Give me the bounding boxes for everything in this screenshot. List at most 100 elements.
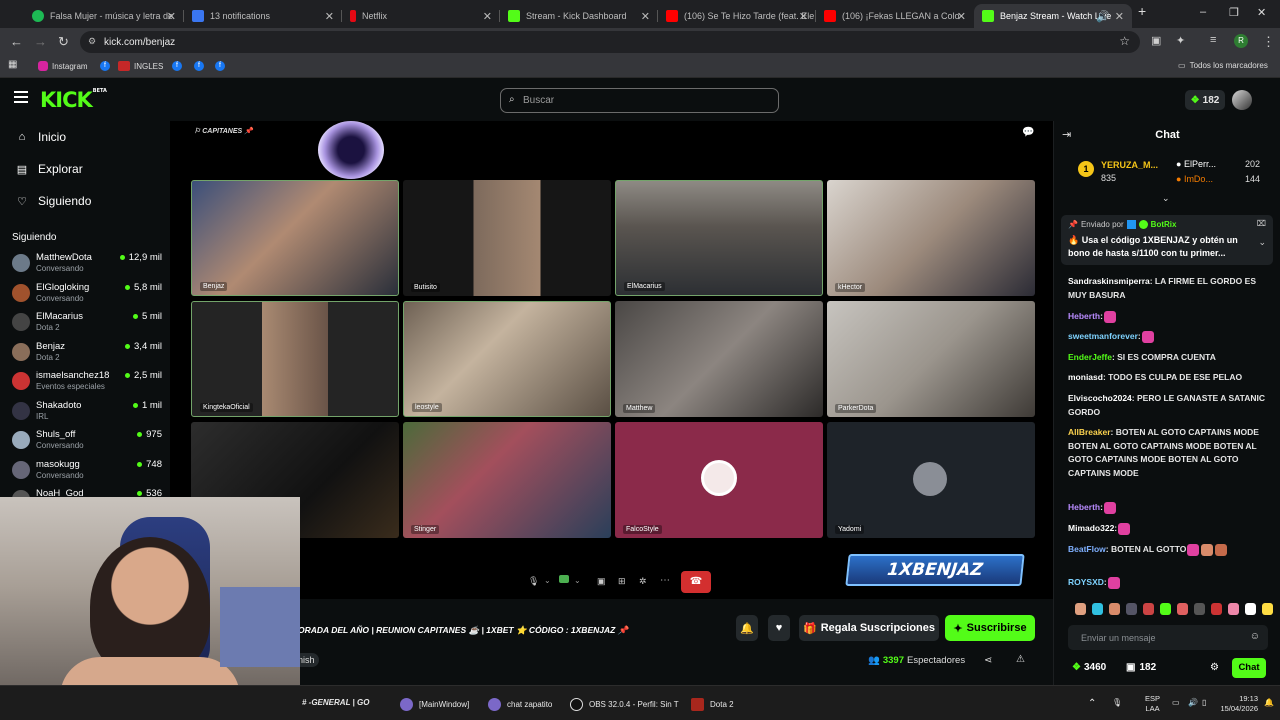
chat-username[interactable]: Heberth xyxy=(1068,502,1100,512)
facebook-bookmark[interactable]: f xyxy=(172,61,186,71)
following-item[interactable]: ismaelsanchez18 Eventos especiales 2,5 mil xyxy=(12,369,162,397)
camera-icon[interactable] xyxy=(559,575,569,583)
emote-icon[interactable] xyxy=(1211,603,1222,615)
chevron-down-icon[interactable]: ⌄ xyxy=(1162,193,1170,204)
chat-settings-icon[interactable]: ⚙ xyxy=(1210,662,1219,673)
pinned-message[interactable]: 📌 Enviado por BotRix ⌧ ⌄ 🔥 Usa el código … xyxy=(1061,215,1273,265)
participant-tile[interactable]: Butisito xyxy=(403,180,611,296)
follow-button[interactable]: ♥ xyxy=(768,615,790,641)
back-icon[interactable]: ← xyxy=(10,34,23,49)
following-item[interactable]: MatthewDota Conversando 12,9 mil xyxy=(12,251,162,279)
emote-icon[interactable] xyxy=(1194,603,1205,615)
chat-username[interactable]: sweetmanforever xyxy=(1068,331,1138,341)
taskbar-item-mainwindow[interactable]: [MainWindow] xyxy=(400,698,469,711)
participant-tile[interactable]: Stinger xyxy=(403,422,611,538)
reload-icon[interactable]: ↻ xyxy=(58,34,69,50)
close-tab-icon[interactable]: ✕ xyxy=(1115,10,1124,23)
following-item[interactable]: Benjaz Dota 2 3,4 mil xyxy=(12,340,162,368)
participant-tile[interactable]: leostyle xyxy=(403,301,611,417)
volume-icon[interactable]: 🔊 xyxy=(1188,698,1198,707)
battery-icon[interactable]: ▯ xyxy=(1202,698,1206,707)
chat-username[interactable]: Sandraskinsmiperra xyxy=(1068,276,1150,286)
hang-up-button[interactable]: ☎ xyxy=(681,571,711,593)
participant-tile[interactable]: ElMacarius xyxy=(615,180,823,296)
effects-icon[interactable]: ✲ xyxy=(639,576,647,587)
emote-icon[interactable] xyxy=(1092,603,1103,615)
grid-icon[interactable]: ⊞ xyxy=(618,576,626,587)
browser-tab[interactable]: Falsa Mujer - música y letra de ✕ xyxy=(24,4,184,28)
minimize-icon[interactable]: – xyxy=(1200,6,1206,18)
channel-points[interactable]: ▣ 182 xyxy=(1126,662,1156,673)
hamburger-menu-icon[interactable] xyxy=(14,91,28,103)
emote-icon[interactable] xyxy=(1160,603,1171,615)
participant-tile[interactable]: Matthew xyxy=(615,301,823,417)
close-tab-icon[interactable]: ✕ xyxy=(799,10,808,23)
gift-subs-button[interactable]: 🎁 Regala Suscripciones xyxy=(799,615,939,641)
bookmark-star-icon[interactable]: ☆ xyxy=(1119,34,1130,48)
top-gifter-name[interactable]: YERUZA_M... xyxy=(1101,160,1158,170)
kick-logo[interactable]: KICKBETA xyxy=(40,88,107,112)
taskbar-item-discord[interactable]: # -GENERAL | GO xyxy=(302,698,369,707)
tray-mic-icon[interactable]: 🎙 xyxy=(1112,698,1122,707)
search-input[interactable]: ⌕ Buscar xyxy=(500,88,779,113)
language-indicator[interactable]: ESP LAA xyxy=(1145,694,1160,714)
emote-icon[interactable] xyxy=(1262,603,1273,615)
clock[interactable]: 19:13 15/04/2026 xyxy=(1218,694,1258,714)
chat-message[interactable]: AllBreaker: BOTEN AL GOTO CAPTAINS MODE … xyxy=(1068,426,1268,480)
chat-username[interactable]: EnderJeffe xyxy=(1068,352,1112,362)
close-tab-icon[interactable]: ✕ xyxy=(957,10,966,23)
chat-username[interactable]: ROYSXD xyxy=(1068,577,1104,587)
taskbar-item-obs[interactable]: OBS 32.0.4 - Perfil: Sin T xyxy=(570,698,679,711)
balance[interactable]: ❖ 3460 xyxy=(1072,662,1106,673)
sidebar-item-siguiendo[interactable]: ♡ Siguiendo xyxy=(15,194,91,208)
facebook-bookmark[interactable]: f xyxy=(215,61,229,71)
participant-tile[interactable]: FalcoStyle xyxy=(615,422,823,538)
share-screen-icon[interactable]: ▣ xyxy=(597,576,606,587)
emote-icon[interactable] xyxy=(1228,603,1239,615)
bookmark-instagram[interactable]: Instagram xyxy=(38,61,88,71)
network-icon[interactable]: ▭ xyxy=(1172,698,1180,707)
following-item[interactable]: masokugg Conversando 748 xyxy=(12,458,162,486)
chat-username[interactable]: Mimado322 xyxy=(1068,523,1114,533)
browser-tab[interactable]: 13 notifications ✕ xyxy=(184,4,342,28)
microphone-icon[interactable]: 🎙 xyxy=(528,576,539,587)
leaderboard-entry[interactable]: ● ElPerr... xyxy=(1176,159,1216,169)
emote-icon[interactable] xyxy=(1177,603,1188,615)
participant-tile[interactable]: kHector xyxy=(827,180,1035,296)
more-icon[interactable]: ⋯ xyxy=(660,575,670,586)
subscribe-button[interactable]: ✦ Suscribirse xyxy=(945,615,1035,641)
emoji-picker-icon[interactable]: ☺ xyxy=(1250,631,1260,642)
menu-icon[interactable]: ⋮ xyxy=(1262,34,1275,50)
taskbar-item-chat[interactable]: chat zapatito xyxy=(488,698,552,711)
notifications-button[interactable]: 🔔 xyxy=(736,615,758,641)
following-item[interactable]: ElGlogloking Conversando 5,8 mil xyxy=(12,281,162,309)
report-icon[interactable]: ⚠ xyxy=(1016,654,1025,665)
facebook-bookmark[interactable]: f xyxy=(100,61,114,71)
chat-username[interactable]: Elviscocho2024 xyxy=(1068,393,1132,403)
chat-message[interactable]: Elviscocho2024: PERO LE GANASTE A SATANI… xyxy=(1068,392,1268,419)
sidebar-item-explorar[interactable]: ▤ Explorar xyxy=(15,162,83,176)
following-item[interactable]: ElMacarius Dota 2 5 mil xyxy=(12,310,162,338)
chat-username[interactable]: Heberth xyxy=(1068,311,1100,321)
bookmark-ingles[interactable]: INGLES xyxy=(118,61,163,71)
chat-input[interactable]: Enviar un mensaje ☺ xyxy=(1068,625,1268,650)
close-tab-icon[interactable]: ✕ xyxy=(483,10,492,23)
emote-icon[interactable] xyxy=(1143,603,1154,615)
chevron-down-icon[interactable]: ⌄ xyxy=(544,576,551,585)
emote-icon[interactable] xyxy=(1075,603,1086,615)
media-icon[interactable]: ≡ xyxy=(1210,34,1216,46)
participant-tile[interactable]: Benjaz xyxy=(191,180,399,296)
puzzle-icon[interactable]: ✦ xyxy=(1176,34,1185,47)
participant-tile[interactable]: KingtekaOficial xyxy=(191,301,399,417)
following-item[interactable]: Shuls_off Conversando 975 xyxy=(12,428,162,456)
participant-tile[interactable]: ParkerDota xyxy=(827,301,1035,417)
maximize-icon[interactable]: ❐ xyxy=(1229,6,1239,19)
leaderboard-entry[interactable]: ● ImDo... xyxy=(1176,174,1213,184)
mute-tab-icon[interactable]: 🔊 xyxy=(1096,10,1110,23)
emote-icon[interactable] xyxy=(1245,603,1256,615)
all-bookmarks-folder[interactable]: ▭ Todos los marcadores xyxy=(1178,61,1268,70)
close-tab-icon[interactable]: ✕ xyxy=(167,10,176,23)
site-info-icon[interactable]: ⚙ xyxy=(88,36,96,47)
following-item[interactable]: Shakadoto IRL 1 mil xyxy=(12,399,162,427)
browser-tab[interactable]: Netflix ✕ xyxy=(342,4,500,28)
